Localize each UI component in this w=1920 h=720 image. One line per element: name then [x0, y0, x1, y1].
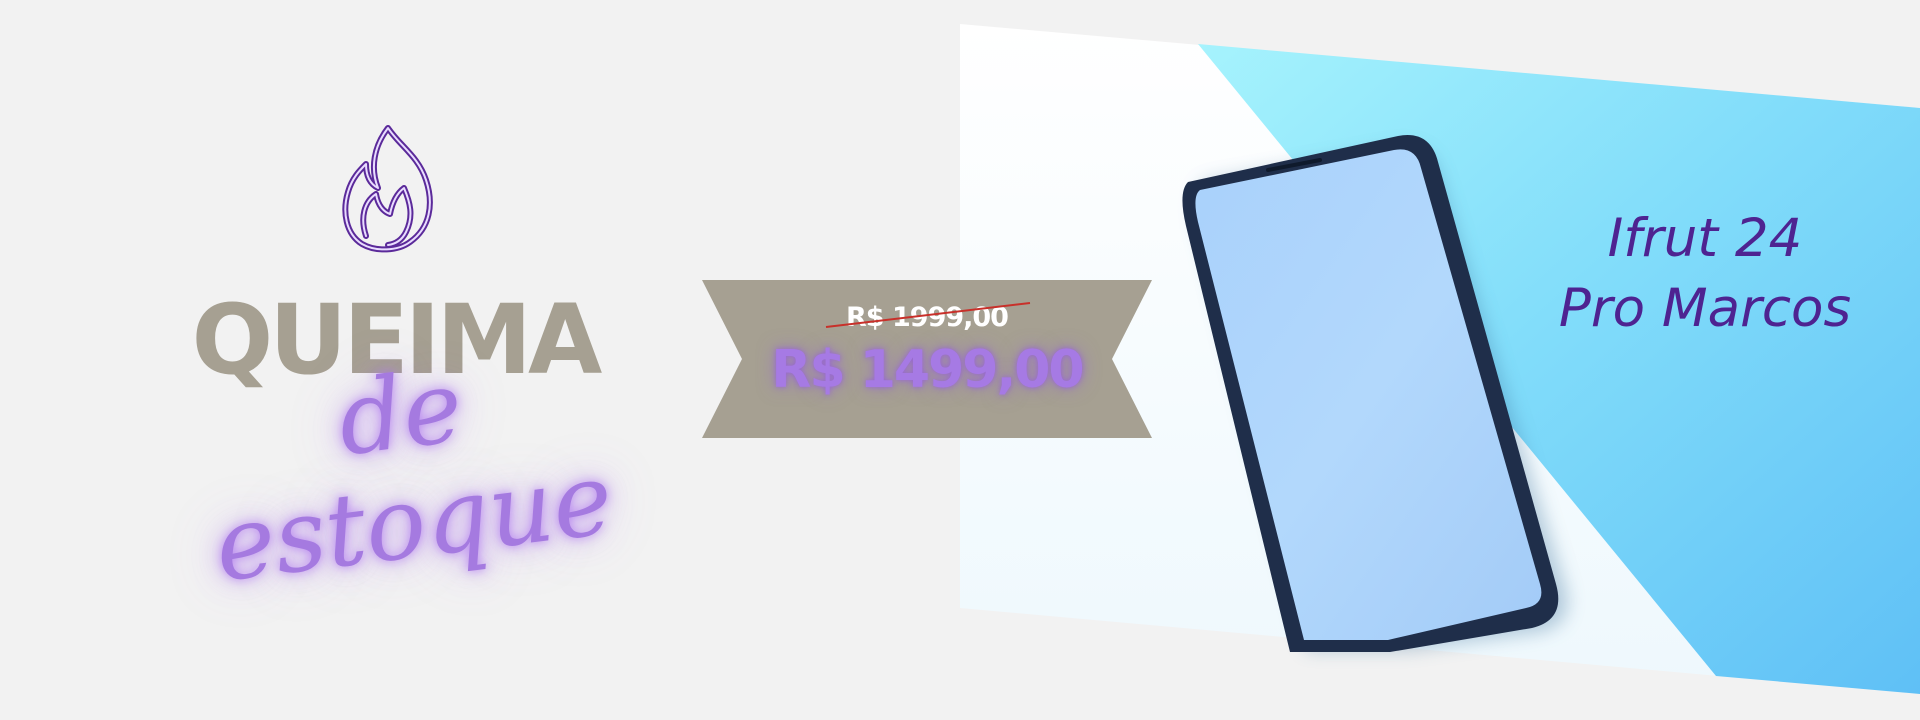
product-title-line2: Pro Marcos: [1558, 277, 1852, 339]
headline-script: de estoque: [208, 347, 619, 605]
product-title: Ifrut 24 Pro Marcos: [1490, 204, 1920, 344]
strike-line: [825, 302, 1031, 328]
promo-banner: QUEIMA de estoque R$ 1999,00 R$ 1499,00 …: [0, 0, 1920, 720]
headline: QUEIMA de estoque: [185, 292, 619, 604]
new-price: R$ 1499,00: [771, 340, 1084, 400]
price-ribbon: R$ 1999,00 R$ 1499,00: [702, 280, 1152, 438]
product-title-line1: Ifrut 24: [1607, 208, 1803, 269]
flame-icon: [342, 125, 433, 253]
